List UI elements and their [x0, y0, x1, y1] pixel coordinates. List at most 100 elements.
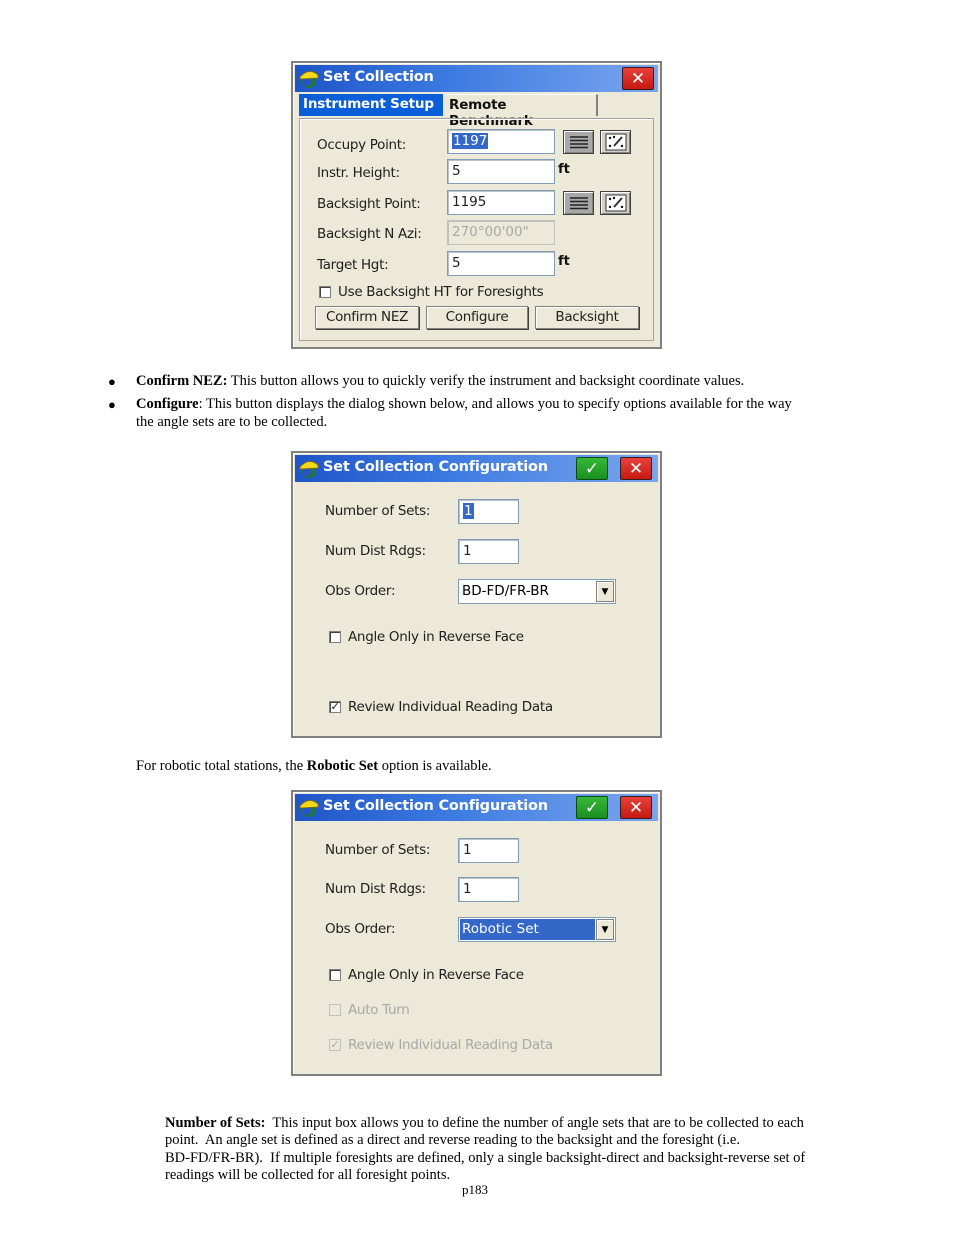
angle-only-reverse-checkbox[interactable]: Angle Only in Reverse Face — [329, 967, 524, 983]
checkmark-icon: ✓ — [584, 797, 600, 818]
number-of-sets-label: Number of Sets: — [325, 503, 431, 519]
num-dist-rdgs-input[interactable]: 1 — [458, 539, 519, 564]
backsight-azi-input: 270°00'00" — [447, 220, 555, 245]
angle-only-reverse-label: Angle Only in Reverse Face — [348, 967, 524, 983]
checkmark-icon: ✓ — [584, 458, 600, 479]
chevron-down-icon[interactable]: ▼ — [596, 581, 614, 602]
close-button[interactable]: ✕ — [620, 457, 652, 480]
backsight-point-input[interactable]: 1195 — [447, 190, 555, 215]
tab-remote-benchmark[interactable]: Remote Benchmark — [445, 94, 598, 129]
target-hgt-input[interactable]: 5 — [447, 251, 555, 276]
backsight-azi-label: Backsight N Azi: — [317, 226, 422, 242]
checkbox-box — [329, 631, 341, 643]
close-icon: ✕ — [628, 458, 644, 479]
paragraph-line: point. An angle set is defined as a dire… — [165, 1132, 740, 1148]
obs-order-value: BD-FD/FR-BR — [462, 583, 549, 599]
paragraph-line: readings will be collected for all fores… — [165, 1167, 451, 1183]
instr-height-input[interactable]: 5 — [447, 159, 555, 184]
backsight-point-map-button[interactable] — [600, 191, 631, 215]
robotic-note-pre: For robotic total stations, the — [136, 758, 307, 774]
checkmark-icon: ✓ — [329, 1038, 341, 1051]
robotic-note-bold: Robotic Set — [306, 758, 379, 774]
review-individual-checkbox: ✓ Review Individual Reading Data — [329, 1037, 553, 1053]
title-bar: Set Collection Configuration ✓ ✕ — [295, 794, 658, 821]
obs-order-select[interactable]: Robotic Set ▼ — [458, 917, 616, 942]
bullet-text-cont: the angle sets are to be collected. — [136, 413, 328, 430]
paragraph-term: Number of Sets: — [165, 1114, 266, 1131]
bullet-text: This button allows you to quickly verify… — [227, 373, 745, 389]
bullet-configure: Configure: This button displays the dial… — [136, 396, 856, 431]
obs-order-select[interactable]: BD-FD/FR-BR ▼ — [458, 579, 616, 604]
number-of-sets-label: Number of Sets: — [325, 842, 431, 858]
num-dist-rdgs-label: Num Dist Rdgs: — [325, 881, 426, 897]
use-backsight-ht-checkbox[interactable]: Use Backsight HT for Foresights — [319, 284, 544, 300]
instr-height-unit: ft — [558, 162, 570, 177]
auto-turn-checkbox: Auto Turn — [329, 1002, 410, 1018]
obs-order-label: Obs Order: — [325, 921, 396, 937]
surveyor-helmet-icon — [299, 461, 319, 478]
angle-only-reverse-label: Angle Only in Reverse Face — [348, 629, 524, 645]
obs-order-label: Obs Order: — [325, 583, 396, 599]
occupy-point-list-button[interactable] — [563, 130, 594, 154]
close-icon: ✕ — [628, 797, 644, 818]
bullet-confirm-nez: Confirm NEZ: This button allows you to q… — [136, 373, 744, 391]
set-collection-config-robotic-dialog: Set Collection Configuration ✓ ✕ Number … — [291, 790, 662, 1076]
backsight-button[interactable]: Backsight — [535, 306, 639, 329]
number-of-sets-paragraph: Number of Sets: This input box allows yo… — [165, 1097, 855, 1185]
backsight-point-list-button[interactable] — [563, 191, 594, 215]
bullet-term: Configure — [136, 396, 199, 412]
review-individual-label: Review Individual Reading Data — [348, 1037, 553, 1053]
number-of-sets-value: 1 — [463, 503, 474, 519]
bullet-term: Confirm NEZ: — [136, 373, 228, 389]
paragraph-line: BD-FD/FR-BR). If multiple foresights are… — [165, 1149, 806, 1166]
use-backsight-ht-label: Use Backsight HT for Foresights — [338, 284, 544, 300]
chevron-down-icon[interactable]: ▼ — [596, 919, 614, 940]
checkbox-box — [319, 286, 331, 298]
review-individual-checkbox[interactable]: ✓ Review Individual Reading Data — [329, 699, 553, 715]
close-button[interactable]: ✕ — [620, 796, 652, 819]
configure-button[interactable]: Configure — [426, 306, 528, 329]
map-select-icon — [605, 194, 626, 212]
instr-height-label: Instr. Height: — [317, 165, 400, 181]
dialog-title: Set Collection Configuration — [323, 798, 548, 814]
occupy-point-value: 1197 — [452, 133, 489, 149]
ok-button[interactable]: ✓ — [576, 457, 608, 480]
confirm-nez-button[interactable]: Confirm NEZ — [315, 306, 419, 329]
surveyor-helmet-icon — [299, 800, 319, 817]
backsight-point-label: Backsight Point: — [317, 196, 421, 212]
list-icon — [569, 136, 588, 149]
set-collection-config-dialog: Set Collection Configuration ✓ ✕ Number … — [291, 451, 662, 738]
occupy-point-input[interactable]: 1197 — [447, 129, 555, 154]
page-number: p183 — [462, 1182, 488, 1197]
angle-only-reverse-checkbox[interactable]: Angle Only in Reverse Face — [329, 629, 524, 645]
close-icon: ✕ — [630, 68, 646, 89]
number-of-sets-input[interactable]: 1 — [458, 838, 519, 863]
robotic-note: For robotic total stations, the Robotic … — [136, 758, 492, 776]
bullet-icon: ● — [108, 397, 116, 412]
dialog-title: Set Collection — [323, 69, 434, 85]
obs-order-value: Robotic Set — [460, 919, 595, 940]
dialog-title: Set Collection Configuration — [323, 459, 548, 475]
close-button[interactable]: ✕ — [622, 67, 654, 90]
num-dist-rdgs-input[interactable]: 1 — [458, 877, 519, 902]
occupy-point-label: Occupy Point: — [317, 137, 407, 153]
surveyor-helmet-icon — [299, 71, 319, 88]
number-of-sets-input[interactable]: 1 — [458, 499, 519, 524]
checkbox-box — [329, 1004, 341, 1016]
set-collection-dialog: Set Collection ✕ Instrument Setup Remote… — [291, 61, 662, 349]
num-dist-rdgs-label: Num Dist Rdgs: — [325, 543, 426, 559]
title-bar: Set Collection ✕ — [295, 65, 658, 92]
auto-turn-label: Auto Turn — [348, 1002, 410, 1018]
occupy-point-map-button[interactable] — [600, 130, 631, 154]
title-bar: Set Collection Configuration ✓ ✕ — [295, 455, 658, 482]
checkbox-box — [329, 969, 341, 981]
bullet-text: : This button displays the dialog shown … — [198, 396, 792, 412]
bullet-icon: ● — [108, 374, 116, 389]
target-hgt-unit: ft — [558, 254, 570, 269]
robotic-note-post: option is available. — [378, 758, 492, 774]
review-individual-label: Review Individual Reading Data — [348, 699, 553, 715]
map-select-icon — [605, 133, 626, 151]
ok-button[interactable]: ✓ — [576, 796, 608, 819]
tab-instrument-setup[interactable]: Instrument Setup — [299, 94, 443, 116]
paragraph-line: This input box allows you to define the … — [265, 1114, 804, 1131]
